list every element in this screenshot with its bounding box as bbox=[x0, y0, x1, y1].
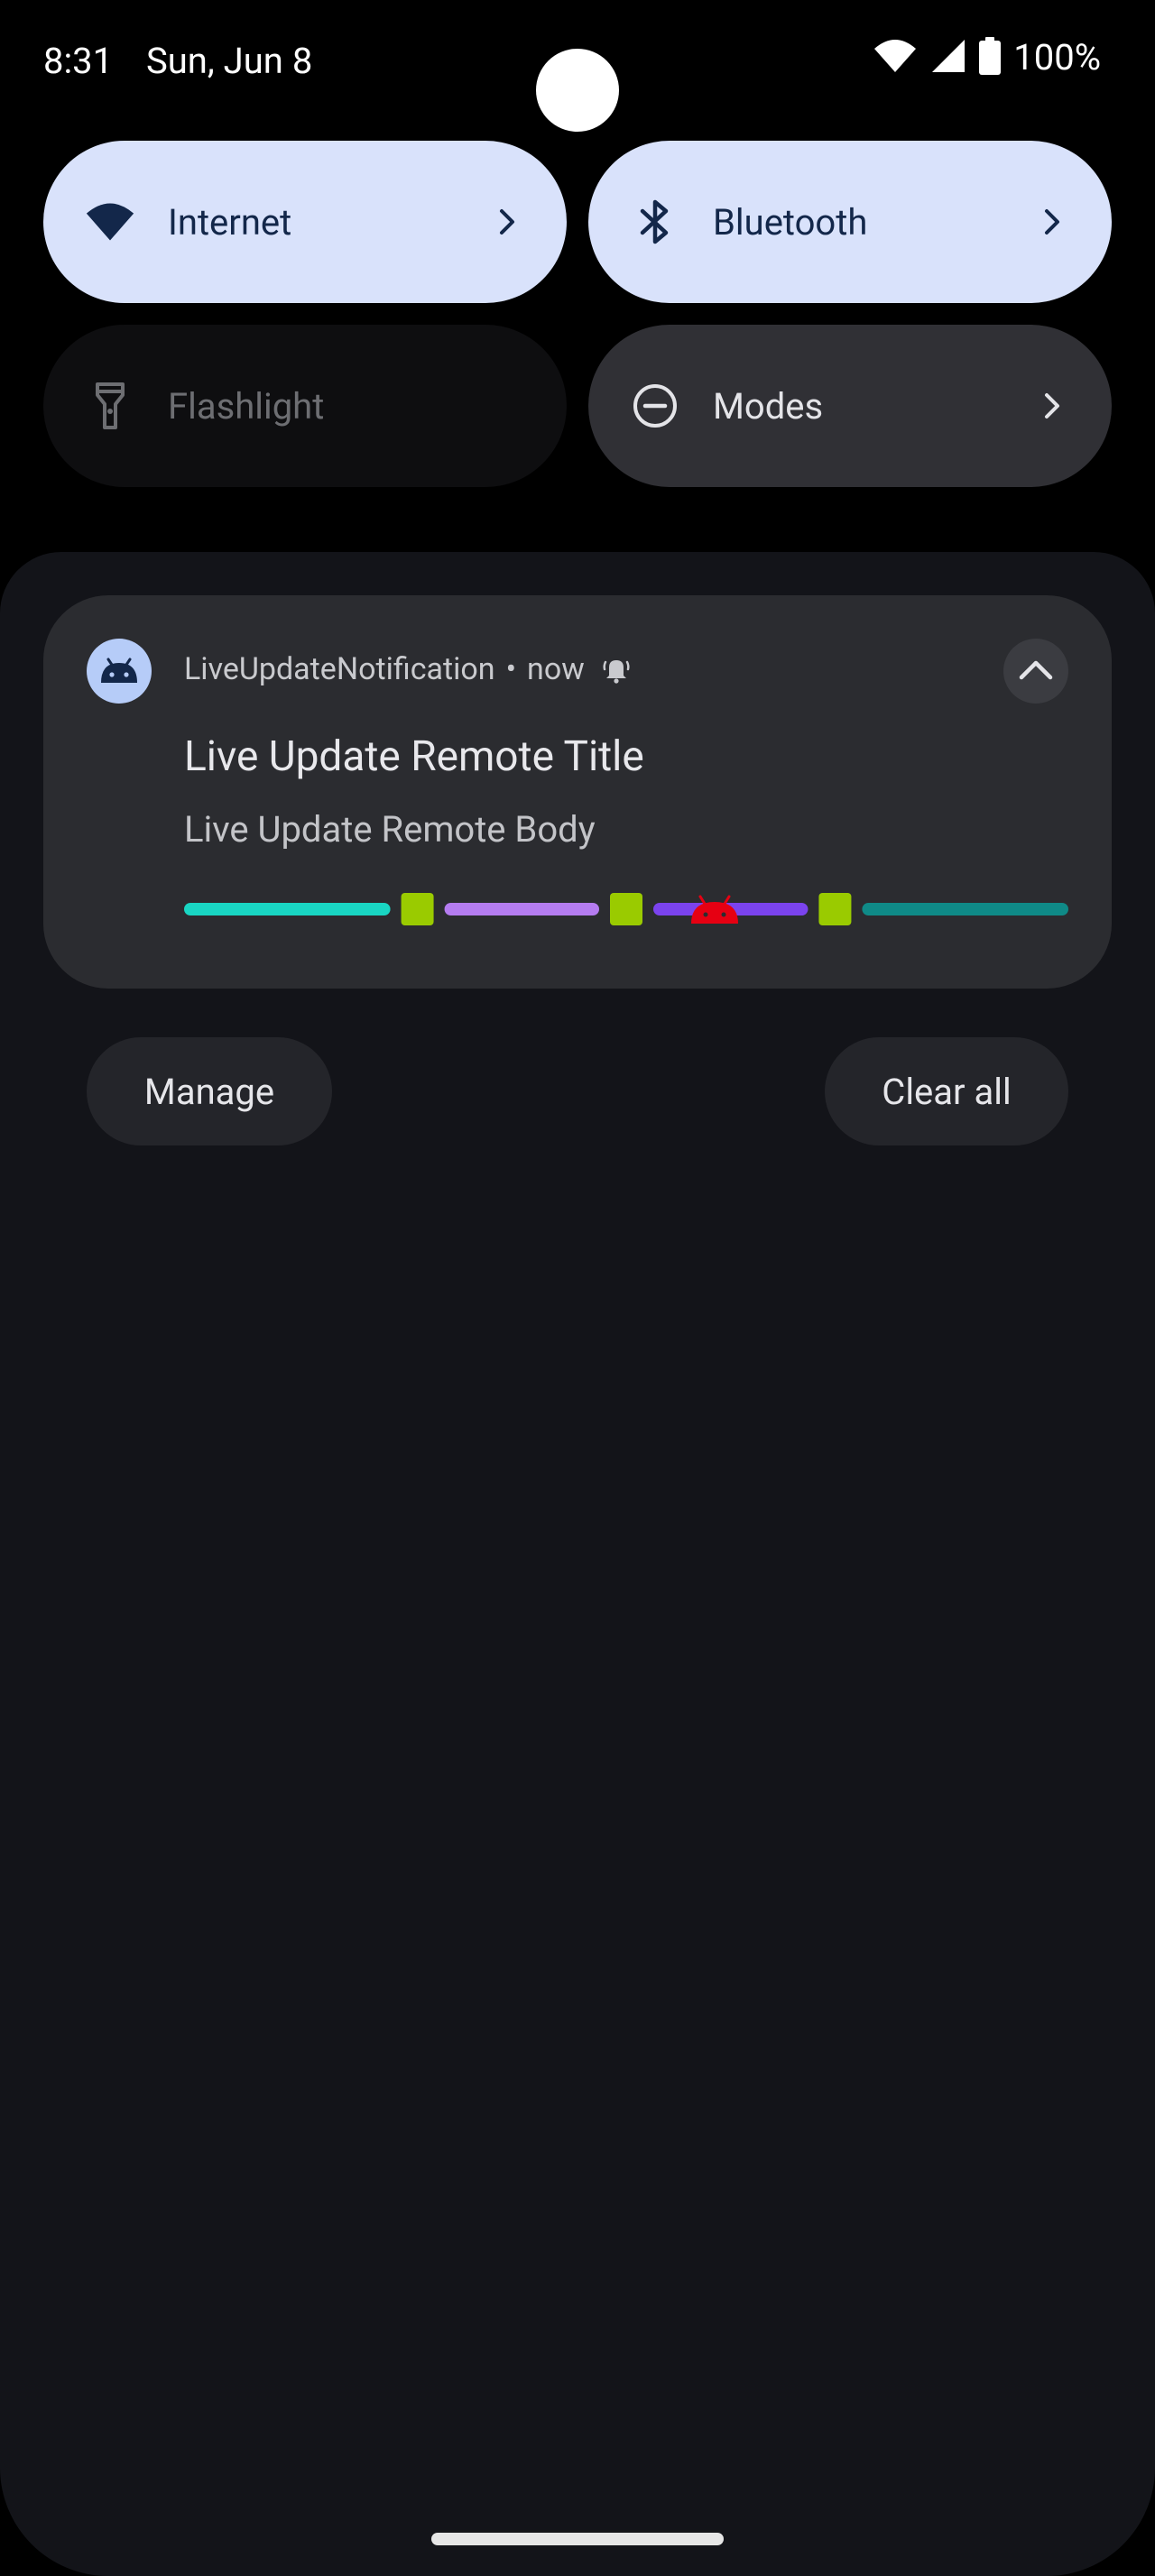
chevron-right-icon bbox=[489, 204, 525, 240]
alert-bell-icon bbox=[601, 654, 632, 685]
cell-signal-icon bbox=[930, 38, 966, 78]
flashlight-icon bbox=[85, 381, 135, 431]
notification-card[interactable]: LiveUpdateNotification • now Live Update… bbox=[43, 595, 1112, 989]
status-time: 8:31 bbox=[43, 40, 114, 82]
notification-body: Live Update Remote Body bbox=[184, 808, 596, 851]
tile-modes[interactable]: Modes bbox=[588, 325, 1112, 487]
progress-point bbox=[610, 893, 642, 925]
tile-label: Internet bbox=[168, 200, 292, 244]
camera-cutout bbox=[536, 49, 619, 132]
wifi-signal-icon bbox=[873, 38, 918, 78]
clear-all-button[interactable]: Clear all bbox=[825, 1037, 1068, 1145]
notification-app-name: LiveUpdateNotification bbox=[184, 651, 495, 687]
bluetooth-icon bbox=[630, 197, 680, 247]
android-app-icon bbox=[87, 639, 152, 704]
wifi-icon bbox=[85, 197, 135, 247]
tile-internet[interactable]: Internet bbox=[43, 141, 567, 303]
status-bar: 8:31 Sun, Jun 8 100% bbox=[0, 0, 1155, 132]
progress-segment bbox=[862, 903, 1068, 915]
chevron-right-icon bbox=[1034, 204, 1070, 240]
tile-label: Bluetooth bbox=[713, 200, 868, 244]
tile-bluetooth[interactable]: Bluetooth bbox=[588, 141, 1112, 303]
status-icons: 100% bbox=[873, 36, 1101, 78]
progress-segment bbox=[444, 903, 599, 915]
notification-title: Live Update Remote Title bbox=[184, 732, 644, 781]
segmented-progress-bar bbox=[184, 893, 1068, 925]
header-separator: • bbox=[505, 651, 517, 687]
progress-point bbox=[401, 893, 434, 925]
manage-button[interactable]: Manage bbox=[87, 1037, 332, 1145]
tile-label: Modes bbox=[713, 384, 824, 428]
notification-time: now bbox=[527, 651, 585, 687]
chevron-right-icon bbox=[1034, 388, 1070, 424]
battery-icon bbox=[979, 36, 1002, 78]
progress-tracker-icon bbox=[691, 895, 738, 924]
navigation-handle[interactable] bbox=[431, 2533, 724, 2545]
status-date: Sun, Jun 8 bbox=[146, 40, 313, 82]
progress-segment bbox=[184, 903, 391, 915]
do-not-disturb-icon bbox=[630, 381, 680, 431]
collapse-notification-button[interactable] bbox=[1003, 639, 1068, 704]
progress-point bbox=[818, 893, 852, 925]
notification-header: LiveUpdateNotification • now bbox=[184, 651, 632, 687]
tile-flashlight[interactable]: Flashlight bbox=[43, 325, 567, 487]
tile-label: Flashlight bbox=[168, 384, 325, 428]
notification-shade-screen: 8:31 Sun, Jun 8 100% Internet Bluetooth … bbox=[0, 0, 1155, 2576]
battery-percentage: 100% bbox=[1013, 36, 1101, 78]
chevron-up-icon bbox=[1018, 658, 1054, 685]
